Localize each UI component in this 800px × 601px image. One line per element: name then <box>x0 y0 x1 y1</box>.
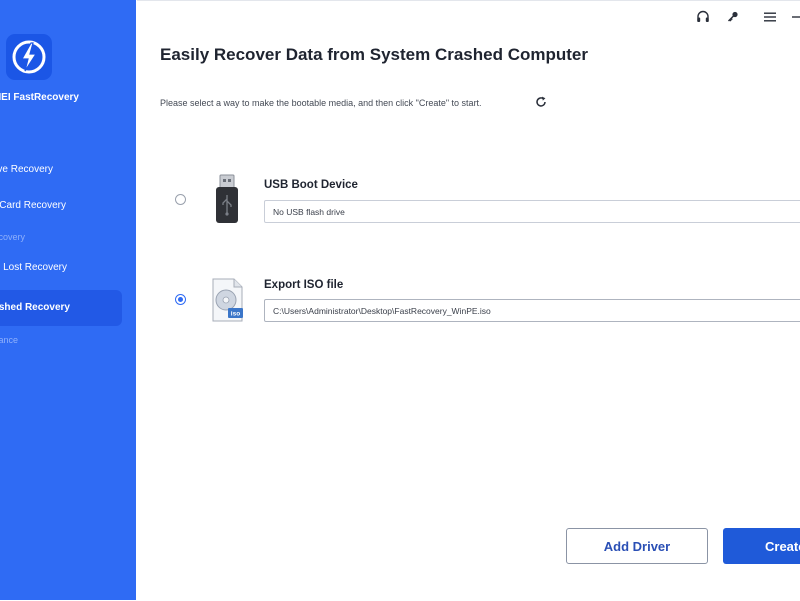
sidebar-item-crashed-recovery[interactable]: Crashed Recovery <box>0 290 122 326</box>
usb-boot-label: USB Boot Device <box>264 179 358 191</box>
add-driver-button[interactable]: Add Driver <box>566 528 708 564</box>
usb-boot-radio[interactable] <box>175 194 186 205</box>
page-title: Easily Recover Data from System Crashed … <box>160 45 588 64</box>
sidebar-item-label: stance <box>0 335 18 345</box>
sidebar-item-partition-lost-recovery[interactable]: ion Lost Recovery <box>0 250 122 286</box>
lightning-icon <box>12 40 46 74</box>
menu-icon[interactable] <box>761 8 779 26</box>
usb-drive-select[interactable]: No USB flash drive <box>264 200 800 223</box>
key-icon[interactable] <box>724 8 742 26</box>
sidebar-item-drive-recovery[interactable]: Drive Recovery <box>0 152 122 188</box>
iso-path-input[interactable]: C:\Users\Administrator\Desktop\FastRecov… <box>264 299 800 322</box>
svg-text:iso: iso <box>231 311 240 318</box>
sidebar: IMEI FastRecovery Drive Recovery SD Card… <box>0 0 136 600</box>
headset-icon[interactable] <box>694 8 712 26</box>
create-button[interactable]: Create <box>723 528 800 564</box>
iso-file-icon: iso <box>212 278 243 322</box>
sidebar-item-label: Drive Recovery <box>0 164 53 175</box>
app-logo <box>6 34 52 80</box>
sidebar-item-label: ion Lost Recovery <box>0 262 67 273</box>
sidebar-item-label: Crashed Recovery <box>0 302 70 313</box>
usb-drive-icon <box>216 174 238 223</box>
main-panel: Easily Recover Data from System Crashed … <box>137 0 800 601</box>
refresh-icon[interactable] <box>535 96 547 108</box>
minimize-icon[interactable] <box>789 8 800 26</box>
export-iso-label: Export ISO file <box>264 279 344 291</box>
instructions-text: Please select a way to make the bootable… <box>160 98 482 108</box>
export-iso-radio[interactable] <box>175 294 186 305</box>
sidebar-item-assistance-section: stance <box>0 322 122 358</box>
